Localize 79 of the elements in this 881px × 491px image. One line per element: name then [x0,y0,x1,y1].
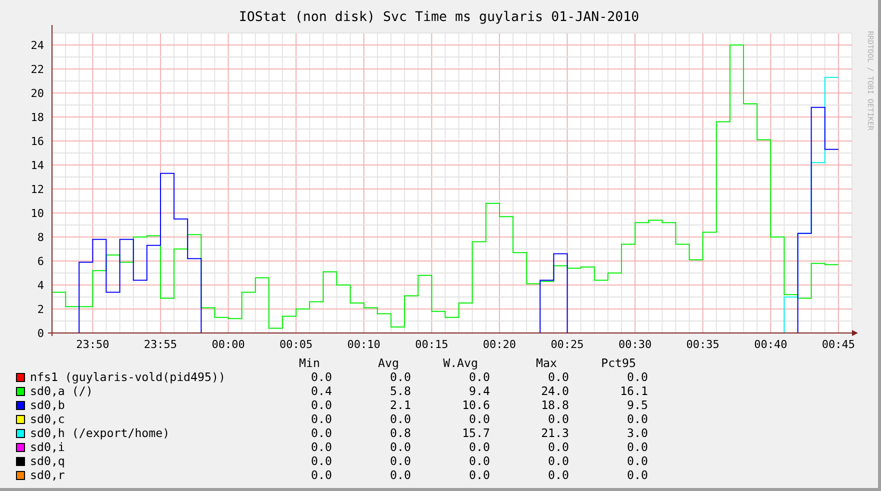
legend-value: 0.4 [311,384,332,398]
column-header: Pct95 [601,356,636,370]
legend-value: 0.0 [311,440,332,454]
legend-value: 0.0 [548,412,569,426]
legend-label: sd0,i [30,440,65,454]
x-tick-label: 00:45 [822,338,855,351]
y-tick-label: 0 [37,327,44,340]
x-tick-label: 23:55 [144,338,178,351]
legend-value: 0.0 [469,454,490,468]
legend-value: 0.0 [627,370,648,384]
x-tick-label: 00:05 [280,338,313,351]
legend-value: 0.0 [469,370,490,384]
y-tick-label: 2 [37,303,44,316]
legend-value: 0.0 [548,454,569,468]
y-tick-label: 12 [30,183,44,196]
legend-value: 24.0 [541,384,569,398]
column-header: Min [299,356,320,370]
legend-label: nfs1 (guylaris-vold(pid495)) [30,370,226,384]
x-tick-label: 00:20 [482,338,516,351]
legend-value: 9.5 [627,398,648,412]
legend-value: 0.0 [311,426,332,440]
legend-value: 0.0 [548,370,569,384]
legend-value: 0.0 [311,412,332,426]
x-tick-label: 00:00 [212,338,245,351]
legend-value: 0.0 [627,468,648,482]
y-tick-label: 4 [37,279,44,292]
legend-value: 0.0 [311,398,332,412]
legend-value: 0.8 [390,426,411,440]
legend-value: 0.0 [311,370,332,384]
legend-value: 0.0 [469,440,490,454]
legend-label: sd0,a (/) [30,384,93,398]
legend-value: 2.1 [390,398,411,412]
legend-label: sd0,r [30,468,65,482]
y-tick-label: 20 [30,87,44,100]
legend-value: 0.0 [390,440,411,454]
legend-label: sd0,q [30,454,65,468]
legend-value: 0.0 [390,468,411,482]
x-tick-label: 00:30 [618,338,652,351]
column-header: Avg [378,356,399,370]
legend-value: 3.0 [627,426,648,440]
x-tick-label: 00:10 [347,338,380,351]
legend-value: 9.4 [469,384,490,398]
y-tick-label: 6 [37,255,44,268]
legend-value: 21.3 [541,426,569,440]
legend-value: 18.8 [541,398,569,412]
x-tick-label: 00:35 [686,338,720,351]
legend-label: sd0,c [30,412,65,426]
legend-value: 0.0 [469,412,490,426]
legend-label: sd0,h (/export/home) [30,426,170,440]
column-header: Max [536,356,557,370]
legend-value: 16.1 [620,384,648,398]
legend-value: 0.0 [390,370,411,384]
y-tick-label: 10 [30,207,44,220]
legend-value: 0.0 [627,440,648,454]
legend-value: 0.0 [548,440,569,454]
y-tick-label: 24 [30,39,44,52]
y-tick-label: 18 [30,111,44,124]
x-tick-label: 00:25 [550,338,584,351]
y-tick-label: 8 [37,231,44,244]
legend-value: 10.6 [462,398,490,412]
y-tick-label: 22 [30,63,44,76]
column-header: W.Avg [443,356,478,370]
legend-value: 0.0 [627,412,648,426]
legend-value: 0.0 [627,454,648,468]
legend-value: 0.0 [469,468,490,482]
x-tick-label: 00:40 [754,338,788,351]
legend-value: 0.0 [390,412,411,426]
y-tick-label: 16 [30,135,44,148]
legend-value: 0.0 [548,468,569,482]
x-tick-label: 00:15 [415,338,448,351]
legend-value: 0.0 [311,468,332,482]
legend-value: 0.0 [390,454,411,468]
legend-value: 0.0 [311,454,332,468]
graph-title: IOStat (non disk) Svc Time ms guylaris 01-JAN-2010 [238,10,640,25]
x-tick-label: 23:50 [76,338,110,351]
legend-value: 5.8 [390,384,411,398]
y-tick-label: 14 [30,159,44,172]
legend-value: 15.7 [462,426,490,440]
legend-label: sd0,b [30,398,65,412]
